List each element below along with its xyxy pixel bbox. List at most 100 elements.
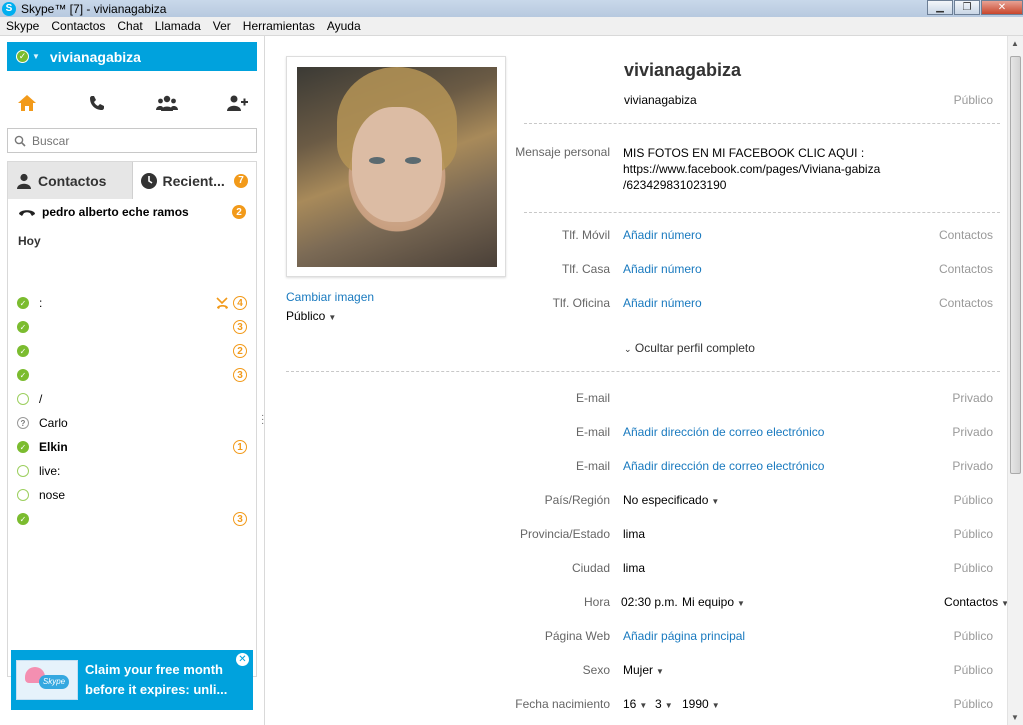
add-email-link[interactable]: Añadir dirección de correo electrónico	[623, 425, 824, 439]
list-item[interactable]: nose	[17, 486, 247, 504]
recent-call-name: pedro alberto eche ramos	[42, 205, 189, 219]
online-status-icon[interactable]: ✓	[16, 50, 29, 63]
list-item[interactable]: ? Carlo	[17, 414, 247, 432]
search-input[interactable]	[32, 133, 232, 148]
birth-year-dropdown[interactable]: 1990 ▼	[682, 697, 720, 711]
birth-day-dropdown[interactable]: 16 ▼	[623, 697, 647, 711]
menu-ver[interactable]: Ver	[207, 19, 237, 33]
offline-status-icon	[17, 489, 29, 501]
city-value[interactable]: lima	[623, 561, 645, 575]
add-mobile-number-link[interactable]: Añadir número	[623, 228, 702, 242]
scroll-up-arrow-icon[interactable]: ▲	[1011, 39, 1019, 48]
recent-call-badge: 2	[232, 205, 246, 219]
maximize-button[interactable]: ❐	[954, 0, 980, 15]
birthdate-visibility: Público	[953, 697, 993, 711]
add-office-number-link[interactable]: Añadir número	[623, 296, 702, 310]
contact-name: live:	[39, 464, 61, 478]
profile-username: vivianagabiza	[624, 93, 697, 107]
divider	[524, 212, 1000, 213]
tab-recent[interactable]: Recient... 7	[133, 162, 257, 199]
offline-status-icon	[17, 393, 29, 405]
email-visibility: Privado	[952, 391, 993, 405]
missed-call-icon	[216, 297, 228, 309]
personal-message[interactable]: MIS FOTOS EN MI FACEBOOK CLIC AQUI : htt…	[623, 145, 880, 193]
chevron-down-icon[interactable]: ▼	[32, 52, 40, 61]
time-value: 02:30 p.m.	[621, 595, 678, 609]
user-status-bar[interactable]: ✓ ▼ vivianagabiza	[7, 42, 257, 71]
add-contact-icon[interactable]	[225, 91, 249, 115]
list-item[interactable]: ✓ 3	[17, 366, 247, 384]
menu-chat[interactable]: Chat	[111, 19, 148, 33]
unread-badge: 2	[233, 344, 247, 358]
recent-call-item[interactable]: pedro alberto eche ramos 2	[18, 204, 246, 220]
close-button[interactable]: ✕	[981, 0, 1023, 15]
city-label: Ciudad	[571, 561, 610, 575]
title-bar: S Skype™ [7] - vivianagabiza ▁ ❐ ✕	[0, 0, 1023, 17]
contacts-group-icon[interactable]	[155, 91, 179, 115]
list-item[interactable]: ✓ 3	[17, 318, 247, 336]
timezone-dropdown[interactable]: Mi equipo ▼	[682, 595, 745, 609]
change-image-link[interactable]: Cambiar imagen	[286, 290, 374, 304]
minimize-button[interactable]: ▁	[927, 0, 953, 15]
add-home-number-link[interactable]: Añadir número	[623, 262, 702, 276]
country-dropdown[interactable]: No especificado ▼	[623, 493, 719, 507]
office-phone-visibility: Contactos	[938, 296, 993, 310]
search-box	[7, 128, 257, 153]
scroll-down-arrow-icon[interactable]: ▼	[1011, 713, 1019, 722]
chevron-down-icon: ▼	[737, 599, 745, 608]
birth-year-value: 1990	[682, 697, 709, 711]
chevron-down-icon: ▼	[711, 701, 720, 710]
contact-name: /	[39, 392, 43, 406]
scrollbar[interactable]: ▲ ▼	[1007, 36, 1023, 725]
scrollbar-thumb[interactable]	[1010, 56, 1021, 474]
menu-llamada[interactable]: Llamada	[149, 19, 207, 33]
personal-message-label: Mensaje personal	[515, 145, 610, 159]
time-visibility-dropdown[interactable]: Contactos ▼	[944, 595, 1009, 609]
menu-contactos[interactable]: Contactos	[45, 19, 111, 33]
call-icon[interactable]	[85, 91, 109, 115]
close-icon[interactable]: ✕	[236, 653, 249, 666]
list-item[interactable]: ✓ : 4	[17, 294, 247, 312]
home-phone-label: Tlf. Casa	[561, 262, 610, 276]
splitter-handle[interactable]: · · ·	[261, 411, 264, 429]
personal-message-line: /623429831023190	[623, 178, 727, 192]
image-visibility-dropdown[interactable]: Público ▼	[286, 309, 336, 323]
personal-message-line: https://www.facebook.com/pages/Viviana-g…	[623, 162, 881, 176]
gender-dropdown[interactable]: Mujer ▼	[623, 663, 664, 677]
offline-status-icon	[17, 465, 29, 477]
gender-value: Mujer	[623, 663, 654, 677]
list-item[interactable]: ✓ 2	[17, 342, 247, 360]
email-label: E-mail	[575, 459, 610, 473]
hide-full-profile-toggle[interactable]: ⌄ Ocultar perfil completo	[624, 341, 755, 355]
menu-skype[interactable]: Skype	[0, 19, 45, 33]
province-label: Provincia/Estado	[519, 527, 610, 541]
profile-photo-frame[interactable]	[286, 56, 506, 277]
list-item[interactable]: /	[17, 390, 247, 408]
tab-contacts[interactable]: Contactos	[8, 162, 133, 199]
add-email-link[interactable]: Añadir dirección de correo electrónico	[623, 459, 824, 473]
list-item[interactable]: ✓ Elkin 1	[17, 438, 247, 456]
birth-day-value: 16	[623, 697, 637, 711]
chevron-down-icon: ▼	[664, 701, 673, 710]
promo-banner[interactable]: Skype Claim your free month before it ex…	[11, 650, 253, 710]
hangup-phone-icon	[18, 207, 36, 217]
website-visibility: Público	[953, 629, 993, 643]
country-value: No especificado	[623, 493, 709, 507]
email-label: E-mail	[575, 391, 610, 405]
birth-month-dropdown[interactable]: 3 ▼	[655, 697, 673, 711]
add-website-link[interactable]: Añadir página principal	[623, 629, 745, 643]
online-status-icon: ✓	[17, 321, 29, 333]
online-status-icon: ✓	[17, 345, 29, 357]
list-item[interactable]: ✓ 3	[17, 510, 247, 528]
window-title: Skype™ [7] - vivianagabiza	[21, 1, 167, 16]
timezone-value: Mi equipo	[682, 595, 735, 609]
gender-label: Sexo	[582, 663, 610, 677]
list-item[interactable]: live:	[17, 462, 247, 480]
menu-herramientas[interactable]: Herramientas	[237, 19, 321, 33]
website-label: Página Web	[544, 629, 610, 643]
menu-ayuda[interactable]: Ayuda	[321, 19, 367, 33]
image-visibility-value: Público	[286, 309, 326, 323]
home-icon[interactable]	[15, 91, 39, 115]
province-value[interactable]: lima	[623, 527, 645, 541]
unread-badge: 1	[233, 440, 247, 454]
